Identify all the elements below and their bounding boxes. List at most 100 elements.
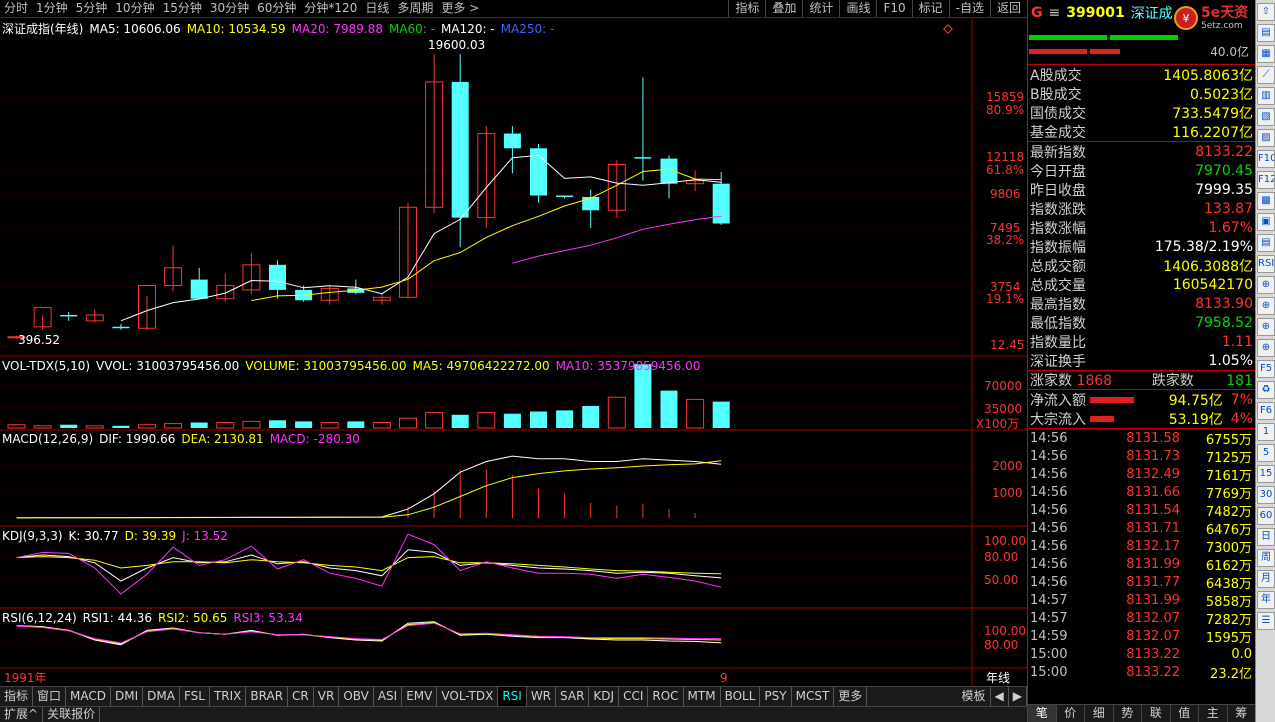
indicator-tab[interactable]: BRAR xyxy=(246,687,289,706)
panel-tab[interactable]: 笔 xyxy=(1028,705,1057,722)
toolbar-button[interactable]: 画线 xyxy=(839,0,876,17)
panel-tab[interactable]: 值 xyxy=(1171,705,1199,722)
tick-row[interactable]: 14:57 8132.07 7282万 xyxy=(1028,609,1255,628)
sidebar-tool-icon[interactable]: ☰ xyxy=(1257,612,1275,630)
indicator-tab[interactable]: ROC xyxy=(648,687,684,706)
indicator-tab[interactable]: KDJ xyxy=(589,687,620,706)
sidebar-tool-icon[interactable]: 月 xyxy=(1257,570,1275,588)
period-tab[interactable]: 更多 > xyxy=(437,0,483,17)
tick-row[interactable]: 14:56 8131.66 7769万 xyxy=(1028,483,1255,502)
tick-row[interactable]: 14:59 8132.07 1595万 xyxy=(1028,627,1255,646)
tick-row[interactable]: 14:56 8131.58 6755万 xyxy=(1028,429,1255,448)
sidebar-tool-icon[interactable]: ▦ xyxy=(1257,45,1275,63)
indicator-tab[interactable]: RSI xyxy=(498,687,527,706)
panel-tab[interactable]: 势 xyxy=(1114,705,1142,722)
chart-area[interactable]: 深证成指(年线) MA5: 10606.06 MA10: 10534.59 MA20:… xyxy=(0,18,1027,686)
indicator-tab[interactable]: WR xyxy=(527,687,557,706)
indicator-tab[interactable]: ASI xyxy=(374,687,403,706)
indicator-tab[interactable]: SAR xyxy=(556,687,590,706)
period-tab[interactable]: 分钟*120 xyxy=(300,0,361,17)
period-tab[interactable]: 分时 xyxy=(0,0,32,17)
sidebar-tool-icon[interactable]: ⊕ xyxy=(1257,297,1275,315)
sidebar-tool-icon[interactable]: 5 xyxy=(1257,444,1275,462)
indicator-tab[interactable]: 更多 xyxy=(834,687,868,706)
toolbar-button[interactable]: F10 xyxy=(876,0,911,17)
status-item[interactable]: 扩展^ xyxy=(0,707,44,722)
group-badge[interactable]: G xyxy=(1028,5,1046,21)
indicator-tab[interactable]: PSY xyxy=(760,687,792,706)
sidebar-tool-icon[interactable]: RSI xyxy=(1257,255,1275,273)
sidebar-tool-icon[interactable]: ▧ xyxy=(1257,108,1275,126)
toolbar-button[interactable]: 统计 xyxy=(802,0,839,17)
indicator-tab[interactable]: 窗口 xyxy=(33,687,67,706)
tab-nav-button[interactable]: ◀ xyxy=(991,687,1009,706)
sidebar-tool-icon[interactable]: ♻ xyxy=(1257,381,1275,399)
sidebar-tool-icon[interactable]: F12 xyxy=(1257,171,1275,189)
tick-row[interactable]: 15:00 8133.22 0.0 xyxy=(1028,645,1255,663)
sidebar-tool-icon[interactable]: ⊕ xyxy=(1257,318,1275,336)
sidebar-tool-icon[interactable]: 年 xyxy=(1257,591,1275,609)
panel-tab[interactable]: 筹 xyxy=(1228,705,1256,722)
toolbar-button[interactable]: 叠加 xyxy=(765,0,802,17)
toolbar-button[interactable]: 返回 xyxy=(989,0,1027,17)
tick-table[interactable]: 14:56 8131.58 6755万 14:56 8131.73 7125万 14:56 8… xyxy=(1028,428,1255,682)
menu-icon[interactable]: ≡ xyxy=(1046,5,1064,21)
period-tab[interactable]: 5分钟 xyxy=(72,0,112,17)
sidebar-tool-icon[interactable]: 周 xyxy=(1257,549,1275,567)
sidebar-tool-icon[interactable]: ▤ xyxy=(1257,24,1275,42)
sidebar-tool-icon[interactable]: ▨ xyxy=(1257,129,1275,147)
period-tab[interactable]: 15分钟 xyxy=(159,0,206,17)
indicator-tab[interactable]: MACD xyxy=(66,687,112,706)
sidebar-tool-icon[interactable]: ⟋ xyxy=(1257,66,1275,84)
tick-row[interactable]: 15:00 8133.22 23.2亿 xyxy=(1028,663,1255,682)
period-tab[interactable]: 多周期 xyxy=(393,0,437,17)
sidebar-tool-icon[interactable]: 1 xyxy=(1257,423,1275,441)
sidebar-tool-icon[interactable]: 60 xyxy=(1257,507,1275,525)
indicator-tab[interactable]: OBV xyxy=(339,687,374,706)
sidebar-tool-icon[interactable]: ▥ xyxy=(1257,87,1275,105)
tab-nav-button[interactable]: ▶ xyxy=(1009,687,1027,706)
tick-row[interactable]: 14:56 8131.73 7125万 xyxy=(1028,447,1255,466)
period-tab[interactable]: 60分钟 xyxy=(253,0,300,17)
indicator-tab[interactable]: BOLL xyxy=(721,687,761,706)
sidebar-tool-icon[interactable]: ⊕ xyxy=(1257,339,1275,357)
indicator-tab[interactable]: VR xyxy=(314,687,340,706)
tick-row[interactable]: 14:56 8132.17 7300万 xyxy=(1028,537,1255,556)
tick-row[interactable]: 14:56 8131.54 7482万 xyxy=(1028,501,1255,520)
indicator-tab[interactable]: FSL xyxy=(180,687,210,706)
sidebar-tool-icon[interactable]: 30 xyxy=(1257,486,1275,504)
indicator-tab[interactable]: DMI xyxy=(111,687,144,706)
tick-row[interactable]: 14:56 8131.99 6162万 xyxy=(1028,555,1255,574)
sidebar-tool-icon[interactable]: ⇧ xyxy=(1257,3,1275,21)
panel-tab[interactable]: 主 xyxy=(1199,705,1228,722)
toolbar-button[interactable]: 标记 xyxy=(911,0,949,17)
sidebar-tool-icon[interactable]: ▤ xyxy=(1257,234,1275,252)
indicator-tab[interactable]: CCI xyxy=(619,687,649,706)
period-tab[interactable]: 日线 xyxy=(361,0,393,17)
indicator-tab[interactable]: DMA xyxy=(143,687,180,706)
indicator-tab[interactable]: EMV xyxy=(402,687,438,706)
period-tab[interactable]: 1分钟 xyxy=(32,0,72,17)
sidebar-tool-icon[interactable]: ⊕ xyxy=(1257,276,1275,294)
sidebar-tool-icon[interactable]: 15 xyxy=(1257,465,1275,483)
tick-row[interactable]: 14:56 8131.77 6438万 xyxy=(1028,573,1255,592)
toolbar-button[interactable]: -自选 xyxy=(948,0,990,17)
indicator-tab[interactable]: TRIX xyxy=(210,687,247,706)
tick-row[interactable]: 14:57 8131.99 5858万 xyxy=(1028,591,1255,610)
period-tab[interactable]: 30分钟 xyxy=(206,0,253,17)
kline-chart-svg[interactable] xyxy=(0,18,1027,686)
indicator-tab[interactable]: CR xyxy=(288,687,314,706)
tab-nav-button[interactable]: 模板 xyxy=(958,687,991,706)
tick-row[interactable]: 14:56 8132.49 7161万 xyxy=(1028,465,1255,484)
indicator-tab[interactable]: MTM xyxy=(684,687,721,706)
sidebar-tool-icon[interactable]: 日 xyxy=(1257,528,1275,546)
indicator-tab[interactable]: VOL-TDX xyxy=(437,687,499,706)
status-item[interactable]: 关联报价 xyxy=(43,707,101,722)
sidebar-tool-icon[interactable]: ▩ xyxy=(1257,192,1275,210)
toolbar-button[interactable]: 指标 xyxy=(728,0,765,17)
sidebar-tool-icon[interactable]: F10 xyxy=(1257,150,1275,168)
sidebar-tool-icon[interactable]: F6 xyxy=(1257,402,1275,420)
sidebar-tool-icon[interactable]: ▣ xyxy=(1257,213,1275,231)
indicator-tab[interactable]: MCST xyxy=(792,687,835,706)
indicator-tab[interactable]: 指标 xyxy=(0,687,34,706)
